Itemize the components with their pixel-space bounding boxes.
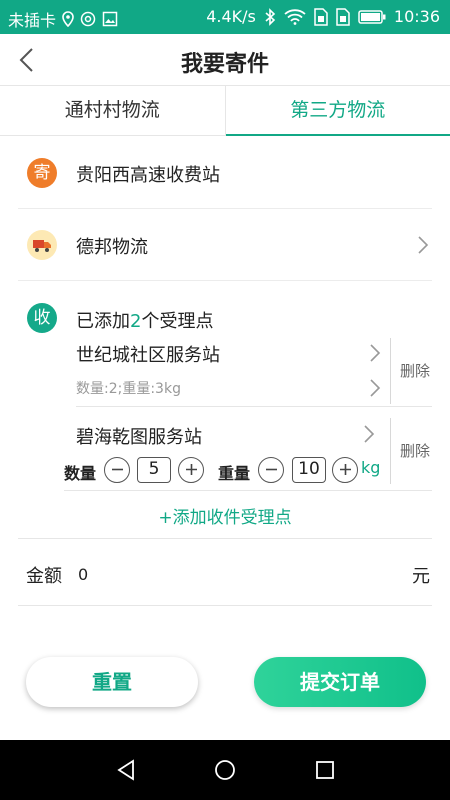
truck-icon xyxy=(27,230,57,260)
add-receiver-point-button[interactable]: +添加收件受理点 xyxy=(0,503,450,528)
wifi-icon xyxy=(284,8,306,25)
receiver-count: 2 xyxy=(130,311,142,332)
weight-label: 重量 xyxy=(218,464,251,483)
logistics-company-row[interactable]: 德邦物流 xyxy=(18,209,432,281)
point-1-divider xyxy=(390,338,391,404)
reset-button[interactable]: 重置 xyxy=(26,657,198,707)
plus-icon xyxy=(185,464,197,475)
minus-icon xyxy=(111,468,123,471)
submit-order-button[interactable]: 提交订单 xyxy=(254,657,426,707)
system-nav-bar xyxy=(0,740,450,800)
sim-icon-1 xyxy=(314,7,328,26)
status-right: 4.4K/s 10:36 xyxy=(206,7,440,26)
tab-village-logistics[interactable]: 通村村物流 xyxy=(0,86,225,135)
status-bar: 未插卡 4.4K/s 10:36 xyxy=(0,0,450,34)
target-icon xyxy=(80,11,96,27)
page-title: 我要寄件 xyxy=(180,52,269,77)
amount-label: 金额 xyxy=(26,566,62,587)
receiver-summary-suffix: 个受理点 xyxy=(141,311,214,332)
app-header: 我要寄件 xyxy=(0,34,450,86)
point-1-delete-button[interactable]: 删除 xyxy=(400,360,430,381)
point-1-detail: 数量:2;重量:3kg xyxy=(76,381,181,397)
sender-row[interactable]: 寄 贵阳西高速收费站 xyxy=(18,137,432,209)
logistics-company-name: 德邦物流 xyxy=(76,237,148,258)
point-divider xyxy=(76,406,432,407)
sim-icon-2 xyxy=(336,7,350,26)
point-1-name[interactable]: 世纪城社区服务站 xyxy=(76,341,220,367)
network-speed: 4.4K/s xyxy=(206,7,256,26)
chevron-right-icon xyxy=(418,236,429,254)
quantity-input[interactable]: 5 xyxy=(137,457,171,483)
weight-plus-button[interactable] xyxy=(332,457,358,483)
chevron-right-icon[interactable] xyxy=(368,343,382,363)
section-divider xyxy=(18,538,432,539)
quantity-label: 数量 xyxy=(64,464,97,483)
bluetooth-icon xyxy=(265,7,276,26)
receiver-summary-prefix: 已添加 xyxy=(76,311,130,332)
status-left: 未插卡 xyxy=(8,7,118,31)
sender-address: 贵阳西高速收费站 xyxy=(76,165,220,186)
weight-minus-button[interactable] xyxy=(258,457,284,483)
weight-unit: kg xyxy=(361,458,381,477)
chevron-right-icon[interactable] xyxy=(362,424,376,444)
point-2-divider xyxy=(390,418,391,484)
sender-badge: 寄 xyxy=(27,158,57,188)
location-icon xyxy=(62,11,74,27)
point-2-name[interactable]: 碧海乾图服务站 xyxy=(76,423,202,449)
image-icon xyxy=(102,11,118,27)
battery-icon xyxy=(358,9,386,24)
point-2-delete-button[interactable]: 删除 xyxy=(400,440,430,461)
tab-third-party-logistics[interactable]: 第三方物流 xyxy=(224,86,450,136)
nav-home-icon[interactable] xyxy=(213,758,237,782)
amount-divider xyxy=(18,605,432,606)
logistics-tabs: 通村村物流 第三方物流 xyxy=(0,86,450,136)
amount-value: 0 xyxy=(78,565,89,584)
weight-input[interactable]: 10 xyxy=(292,457,326,483)
nav-back-icon[interactable] xyxy=(114,758,138,782)
nav-recents-icon[interactable] xyxy=(313,758,337,782)
add-point-divider xyxy=(64,490,432,491)
minus-icon xyxy=(265,468,277,471)
amount-unit: 元 xyxy=(412,566,430,587)
receiver-badge: 收 xyxy=(27,303,57,333)
chevron-right-icon[interactable] xyxy=(368,378,382,398)
plus-icon xyxy=(339,464,351,475)
carrier-text: 未插卡 xyxy=(8,11,57,30)
quantity-minus-button[interactable] xyxy=(104,457,130,483)
clock-text: 10:36 xyxy=(393,7,440,26)
receiver-summary: 已添加2个受理点 xyxy=(76,307,213,333)
quantity-plus-button[interactable] xyxy=(178,457,204,483)
